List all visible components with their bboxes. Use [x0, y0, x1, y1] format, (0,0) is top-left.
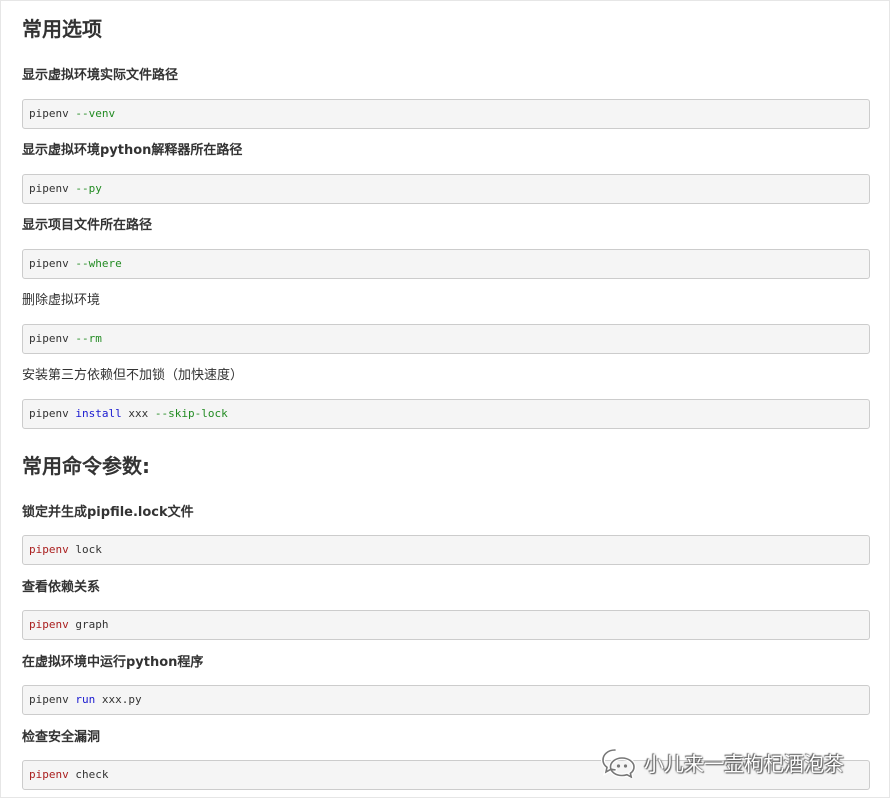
- watermark: 小儿来一壶枸杞酒泡茶: [600, 746, 844, 778]
- section-title-common-options: 常用选项: [22, 17, 102, 41]
- code-token: pipenv: [29, 182, 76, 195]
- option-label-skip-lock: 安装第三方依赖但不加锁（加快速度）: [22, 368, 244, 383]
- watermark-text: 小儿来一壶枸杞酒泡茶: [644, 751, 844, 776]
- code-token: pipenv: [29, 257, 76, 270]
- option-label-venv: 显示虚拟环境实际文件路径: [22, 68, 179, 83]
- code-block-venv: pipenv --venv: [22, 99, 870, 129]
- code-token: pipenv: [29, 332, 76, 345]
- code-token: --skip-lock: [154, 407, 228, 420]
- command-label-graph: 查看依赖关系: [22, 580, 101, 595]
- code-token: xxx.py: [95, 693, 142, 706]
- code-token: --py: [75, 182, 102, 195]
- code-block-lock: pipenv lock: [22, 535, 870, 565]
- code-token: graph: [68, 618, 109, 631]
- code-token: pipenv: [29, 543, 69, 556]
- option-label-py: 显示虚拟环境python解释器所在路径: [22, 143, 243, 158]
- code-token: pipenv: [29, 107, 76, 120]
- code-token: --where: [75, 257, 122, 270]
- command-label-lock: 锁定并生成pipfile.lock文件: [22, 505, 194, 520]
- code-token: --rm: [75, 332, 102, 345]
- option-label-where: 显示项目文件所在路径: [22, 218, 153, 233]
- code-token: pipenv: [29, 768, 69, 781]
- code-token: xxx: [121, 407, 155, 420]
- option-label-rm: 删除虚拟环境: [22, 293, 101, 308]
- code-block-where: pipenv --where: [22, 249, 870, 279]
- code-block-graph: pipenv graph: [22, 610, 870, 640]
- code-token: check: [68, 768, 109, 781]
- code-token: --venv: [75, 107, 116, 120]
- code-token: install: [75, 407, 122, 420]
- command-label-check: 检查安全漏洞: [22, 730, 101, 745]
- code-token: pipenv: [29, 618, 69, 631]
- code-token: run: [75, 693, 96, 706]
- wechat-official-account-icon: [600, 748, 637, 778]
- code-block-py: pipenv --py: [22, 174, 870, 204]
- code-block-run: pipenv run xxx.py: [22, 685, 870, 715]
- code-token: pipenv: [29, 693, 76, 706]
- command-label-run: 在虚拟环境中运行python程序: [22, 655, 204, 670]
- code-token: lock: [68, 543, 102, 556]
- code-block-skip-lock: pipenv install xxx --skip-lock: [22, 399, 870, 429]
- code-token: pipenv: [29, 407, 76, 420]
- code-block-rm: pipenv --rm: [22, 324, 870, 354]
- section-title-common-commands: 常用命令参数:: [22, 454, 150, 478]
